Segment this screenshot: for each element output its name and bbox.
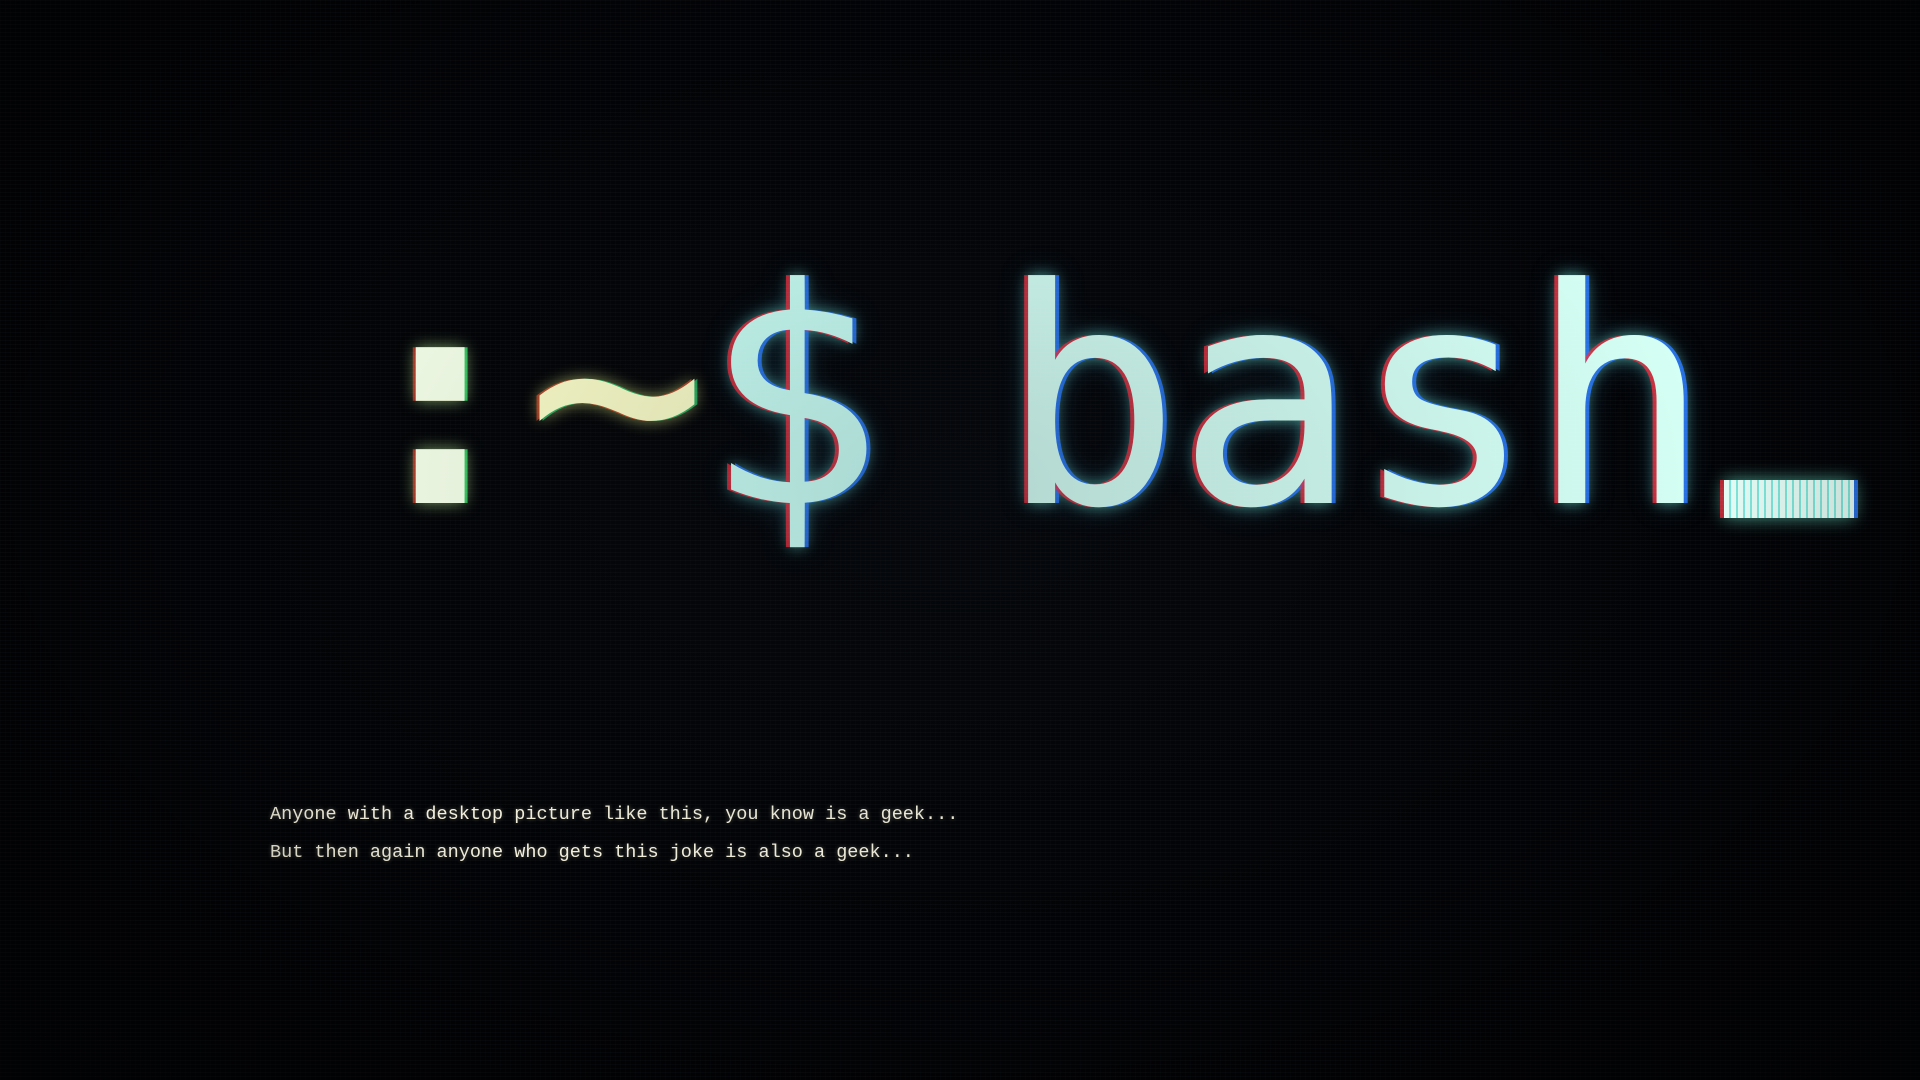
terminal-prompt: : ~ $ bash bbox=[350, 215, 1855, 574]
prompt-tilde: ~ bbox=[526, 215, 708, 564]
prompt-colon: : bbox=[350, 225, 531, 574]
cursor-block-icon bbox=[1724, 480, 1855, 518]
desktop-wallpaper: : ~ $ bash Anyone with a desktop picture… bbox=[0, 0, 1920, 1080]
caption-line-1: Anyone with a desktop picture like this,… bbox=[270, 804, 959, 825]
caption-line-2: But then again anyone who gets this joke… bbox=[270, 842, 914, 863]
prompt-dollar: $ bbox=[703, 225, 884, 574]
caption-text: Anyone with a desktop picture like this,… bbox=[270, 796, 958, 872]
prompt-command: bash bbox=[999, 225, 1710, 574]
